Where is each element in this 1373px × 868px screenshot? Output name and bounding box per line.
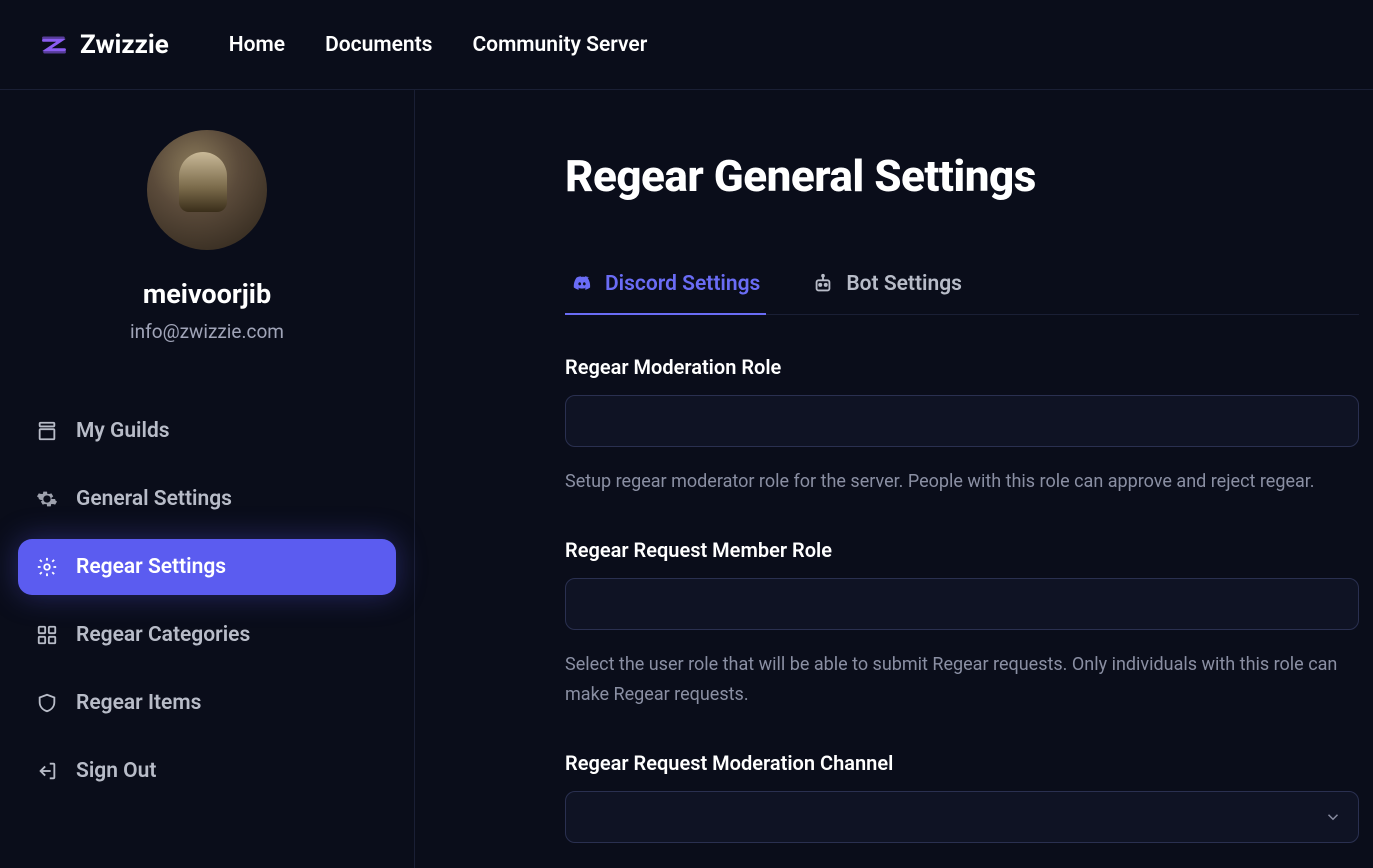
gear-icon: [36, 488, 58, 510]
user-email: info@zwizzie.com: [130, 320, 284, 343]
nav-links: Home Documents Community Server: [229, 33, 647, 57]
stack-icon: [36, 420, 58, 442]
nav-link-home[interactable]: Home: [229, 33, 285, 57]
sidebar-item-label: Regear Items: [76, 691, 201, 715]
sidebar-item-general-settings[interactable]: General Settings: [18, 471, 396, 527]
cog-icon: [36, 556, 58, 578]
shield-icon: [36, 692, 58, 714]
sidebar-item-regear-categories[interactable]: Regear Categories: [18, 607, 396, 663]
moderation-role-input[interactable]: [565, 395, 1359, 447]
sidebar-item-sign-out[interactable]: Sign Out: [18, 743, 396, 799]
sidebar-item-label: Sign Out: [76, 759, 156, 783]
moderation-channel-select[interactable]: [565, 791, 1359, 843]
field-member-role: Regear Request Member Role Select the us…: [565, 538, 1359, 711]
sidebar-item-regear-items[interactable]: Regear Items: [18, 675, 396, 731]
tab-bot-settings[interactable]: Bot Settings: [806, 272, 968, 314]
field-moderation-channel: Regear Request Moderation Channel Set up…: [565, 751, 1359, 868]
sidebar-item-label: General Settings: [76, 487, 232, 511]
discord-icon: [571, 273, 593, 295]
sidebar-item-my-guilds[interactable]: My Guilds: [18, 403, 396, 459]
page-title: Regear General Settings: [565, 150, 1359, 202]
brand-logo-icon: [40, 31, 68, 59]
brand-name: Zwizzie: [80, 30, 169, 60]
tabs: Discord Settings Bot Settings: [565, 272, 1359, 315]
username: meivoorjib: [143, 278, 271, 310]
sidebar-item-regear-settings[interactable]: Regear Settings: [18, 539, 396, 595]
field-label: Regear Request Member Role: [565, 538, 1359, 562]
field-help: Setup regear moderator role for the serv…: [565, 467, 1359, 498]
avatar[interactable]: [147, 130, 267, 250]
signout-icon: [36, 760, 58, 782]
sidebar-item-label: My Guilds: [76, 419, 170, 443]
bot-icon: [812, 273, 834, 295]
nav-link-community-server[interactable]: Community Server: [472, 33, 647, 57]
sidebar-item-label: Regear Settings: [76, 555, 226, 579]
chevron-down-icon: [1324, 808, 1342, 826]
tab-discord-settings[interactable]: Discord Settings: [565, 272, 766, 314]
member-role-input[interactable]: [565, 578, 1359, 630]
main-content: Regear General Settings Discord Settings: [415, 90, 1373, 868]
sidebar-item-label: Regear Categories: [76, 623, 250, 647]
field-label: Regear Request Moderation Channel: [565, 751, 1359, 775]
tab-label: Bot Settings: [846, 272, 962, 296]
nav-link-documents[interactable]: Documents: [325, 33, 432, 57]
top-nav: Zwizzie Home Documents Community Server: [0, 0, 1373, 90]
field-label: Regear Moderation Role: [565, 355, 1359, 379]
field-help: Set up a channel for the monitoring and …: [565, 863, 1359, 868]
field-help: Select the user role that will be able t…: [565, 650, 1359, 711]
side-menu: My Guilds General Settings Regear S: [18, 403, 396, 799]
brand[interactable]: Zwizzie: [40, 30, 169, 60]
grid-icon: [36, 624, 58, 646]
sidebar: meivoorjib info@zwizzie.com My Guilds: [0, 90, 415, 868]
field-moderation-role: Regear Moderation Role Setup regear mode…: [565, 355, 1359, 498]
tab-label: Discord Settings: [605, 272, 760, 296]
